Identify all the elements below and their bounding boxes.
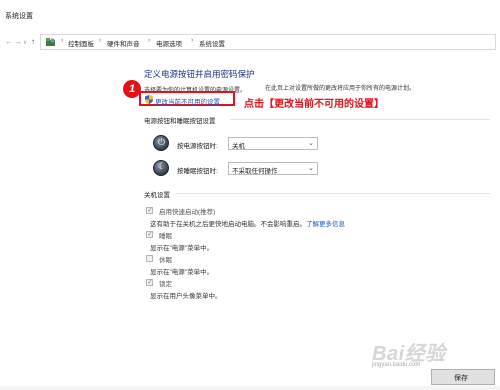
sleep-label: 睡眠 <box>159 233 172 240</box>
fast-startup-description-text: 这有助于在关机之后更快地启动电脑。不会影响重启。 <box>150 221 306 228</box>
fast-startup-label: 启用快速启动(推荐) <box>159 209 216 216</box>
section-divider <box>176 193 490 194</box>
save-button-label: 保存 <box>454 375 468 382</box>
admin-shield-icon <box>145 95 153 104</box>
change-unavailable-settings-link[interactable]: 更改当前不可用的设置 <box>139 91 235 106</box>
lock-description: 显示在用户头像菜单中。 <box>150 293 222 300</box>
learn-more-link[interactable]: 了解更多信息 <box>306 221 345 228</box>
save-button[interactable]: 保存 <box>431 369 495 385</box>
sleep-button-action-value: 不采取任何操作 <box>232 168 278 175</box>
chevron-down-icon: ⌄ <box>308 165 314 172</box>
shutdown-section-title: 关机设置 <box>144 192 170 199</box>
title-bar: 系统设置 <box>0 0 500 30</box>
lock-checkbox[interactable] <box>146 278 153 286</box>
breadcrumb-system-settings[interactable]: 系统设置 <box>199 38 225 48</box>
address-field[interactable]: › 控制面板 › 硬件和声音 › 电源选项 › 系统设置 <box>40 34 496 50</box>
control-panel-icon <box>46 38 55 46</box>
sleep-button-action-select[interactable]: 不采取任何操作 ⌄ <box>228 162 318 175</box>
watermark-url: jingyan.baidu.com <box>372 362 421 368</box>
recent-dropdown-icon[interactable]: ∨ <box>23 38 27 48</box>
up-arrow-icon[interactable]: ↑ <box>31 37 35 47</box>
sleep-button-label: 按睡眠按钮时: <box>177 168 218 175</box>
back-arrow-icon[interactable]: ← <box>5 37 13 47</box>
fast-startup-description: 这有助于在关机之后更快地启动电脑。不会影响重启。了解更多信息 <box>150 218 345 228</box>
watermark: Bai经验 jingyan.baidu.com <box>372 337 492 371</box>
breadcrumb-hardware-sound[interactable]: 硬件和声音 <box>107 38 140 48</box>
step-number-badge: 1 <box>123 80 141 98</box>
breadcrumb-control-panel[interactable]: 控制面板 <box>68 38 94 48</box>
power-buttons-section-title: 电源按钮和睡眠按钮设置 <box>144 118 216 125</box>
breadcrumb-separator: › <box>148 37 151 44</box>
forward-arrow-icon[interactable]: → <box>14 37 22 47</box>
power-button-icon: ⏻ <box>153 135 169 151</box>
breadcrumb-separator: › <box>191 37 194 44</box>
intro-text-right: 在此页上对设置所做的更改将应用于你所有的电源计划。 <box>265 86 416 92</box>
hibernate-description: 显示在"电源"菜单中。 <box>150 269 214 276</box>
chevron-down-icon: ⌄ <box>308 140 314 147</box>
section-divider <box>230 119 490 120</box>
hibernate-checkbox[interactable] <box>146 255 153 262</box>
address-bar-row: ← → ∨ ↑ › 控制面板 › 硬件和声音 › 电源选项 › 系统设置 <box>0 34 500 50</box>
breadcrumb-separator: › <box>61 37 64 44</box>
change-settings-label: 更改当前不可用的设置 <box>155 98 220 106</box>
sleep-button-icon: ☾ <box>153 160 169 176</box>
power-button-label: 按电源按钮时: <box>177 143 218 150</box>
power-button-action-value: 关机 <box>232 143 245 150</box>
hibernate-label: 休眠 <box>159 257 172 264</box>
fast-startup-checkbox[interactable] <box>146 206 153 214</box>
window-title: 系统设置 <box>5 13 33 20</box>
breadcrumb-separator: › <box>99 37 102 44</box>
bottom-strip <box>0 386 500 390</box>
annotation-text: 点击【更改当前不可用的设置】 <box>244 99 384 110</box>
lock-label: 锁定 <box>159 281 172 288</box>
page-title: 定义电源按钮并启用密码保护 <box>144 69 255 79</box>
sleep-checkbox[interactable] <box>146 230 153 238</box>
sleep-description: 显示在"电源"菜单中。 <box>150 245 214 252</box>
breadcrumb-power-options[interactable]: 电源选项 <box>156 38 182 48</box>
power-button-action-select[interactable]: 关机 ⌄ <box>228 137 318 150</box>
